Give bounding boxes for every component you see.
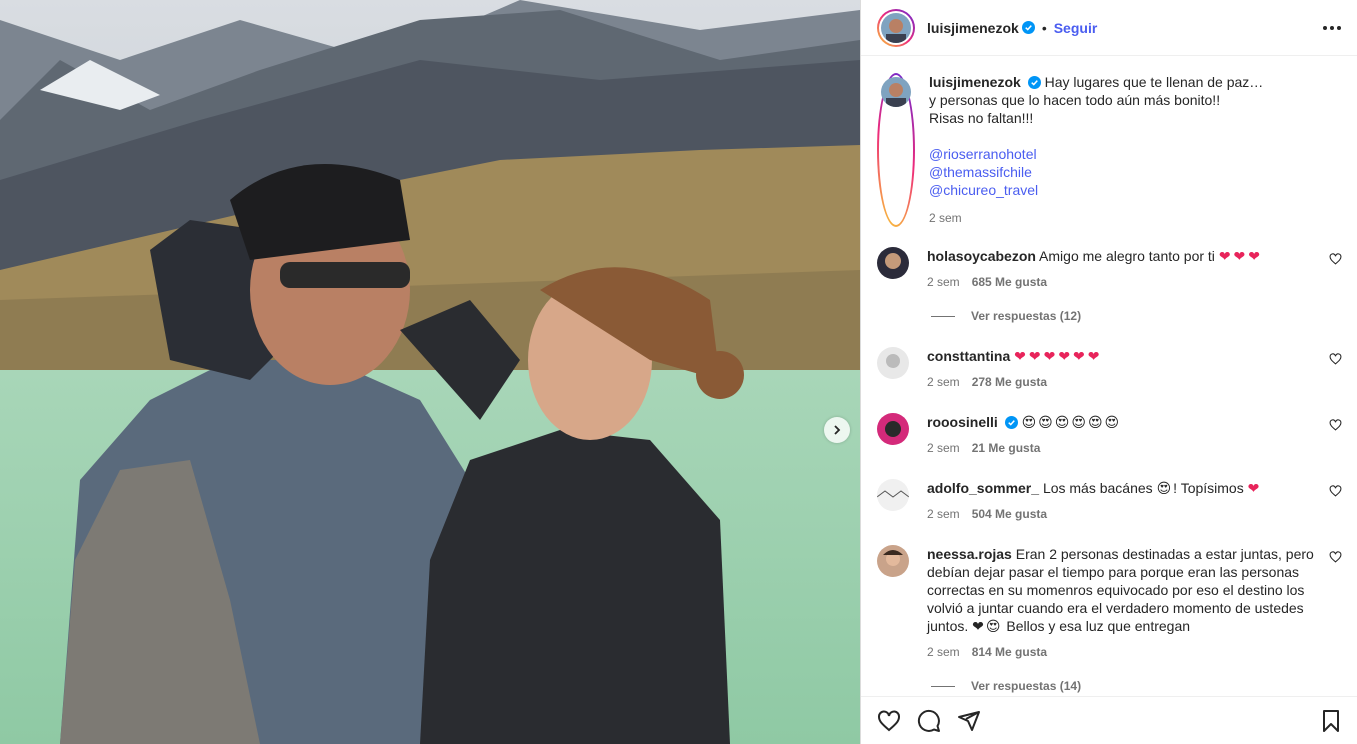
avatar[interactable] bbox=[877, 479, 909, 511]
caption-username[interactable]: luisjimenezok bbox=[929, 74, 1021, 90]
like-heart-icon[interactable] bbox=[1329, 551, 1342, 563]
replies-label: Ver respuestas (14) bbox=[971, 679, 1082, 693]
caption-line: Hay lugares que te llenan de paz… bbox=[1044, 74, 1264, 90]
comment-emoji: ❤ bbox=[1247, 480, 1263, 496]
more-options-icon[interactable] bbox=[1323, 25, 1341, 30]
comment-likes[interactable]: 21 Me gusta bbox=[972, 441, 1041, 455]
comment-time: 2 sem bbox=[927, 645, 960, 659]
comment-likes[interactable]: 685 Me gusta bbox=[972, 275, 1047, 289]
chevron-right-icon bbox=[834, 425, 841, 435]
comment-time: 2 sem bbox=[927, 507, 960, 521]
comment: consttantina ❤❤❤❤❤❤ 2 sem 278 Me gusta bbox=[877, 347, 1342, 391]
comment-username[interactable]: adolfo_sommer_ bbox=[927, 480, 1039, 496]
comment-emoji: ❤😍 bbox=[972, 618, 1003, 634]
comment: holasoycabezon Amigo me alegro tanto por… bbox=[877, 247, 1342, 291]
author-username[interactable]: luisjimenezok bbox=[927, 20, 1019, 36]
comments-scroll[interactable]: luisjimenezok Hay lugares que te llenan … bbox=[861, 57, 1357, 696]
comment-likes[interactable]: 504 Me gusta bbox=[972, 507, 1047, 521]
like-heart-icon[interactable] bbox=[1329, 253, 1342, 265]
action-bar bbox=[861, 696, 1357, 744]
save-button[interactable] bbox=[1321, 709, 1341, 733]
comment-icon bbox=[917, 709, 940, 732]
share-icon bbox=[958, 710, 980, 731]
avatar[interactable] bbox=[877, 413, 909, 445]
view-replies-button[interactable]: Ver respuestas (12) bbox=[931, 309, 1081, 323]
bookmark-icon bbox=[1323, 709, 1339, 732]
heart-icon bbox=[878, 709, 900, 731]
share-button[interactable] bbox=[957, 709, 981, 733]
comment-username[interactable]: rooosinelli bbox=[927, 414, 998, 430]
comment-time: 2 sem bbox=[927, 375, 960, 389]
comment-emoji: ❤❤❤❤❤❤ bbox=[1014, 348, 1103, 364]
comment-time: 2 sem bbox=[927, 275, 960, 289]
like-heart-icon[interactable] bbox=[1329, 353, 1342, 365]
comment-likes[interactable]: 278 Me gusta bbox=[972, 375, 1047, 389]
caption-avatar[interactable] bbox=[877, 73, 915, 227]
comment-text: Amigo me alegro tanto por ti bbox=[1039, 248, 1215, 264]
comment-button[interactable] bbox=[917, 709, 941, 733]
verified-icon bbox=[1021, 21, 1035, 34]
post-photo bbox=[0, 0, 860, 744]
avatar-image bbox=[881, 12, 911, 43]
post-timestamp: 2 sem bbox=[929, 211, 962, 225]
comment-text: ! Topísimos bbox=[1173, 480, 1244, 496]
comment-username[interactable]: consttantina bbox=[927, 348, 1010, 364]
author-avatar[interactable] bbox=[877, 8, 915, 47]
comment-emoji: 😍😍😍😍😍😍 bbox=[1021, 414, 1122, 430]
post-header: luisjimenezok • Seguir bbox=[861, 0, 1357, 56]
avatar[interactable] bbox=[877, 247, 909, 279]
post-caption: luisjimenezok Hay lugares que te llenan … bbox=[877, 73, 1349, 227]
like-button[interactable] bbox=[877, 709, 901, 732]
comment-text: Bellos y esa luz que entregan bbox=[1006, 618, 1191, 634]
mention-link[interactable]: @chicureo_travel bbox=[929, 181, 1349, 199]
comment-emoji: 😍 bbox=[1156, 480, 1174, 496]
follow-button[interactable]: Seguir bbox=[1054, 20, 1098, 36]
comment-username[interactable]: neessa.rojas bbox=[927, 546, 1012, 562]
mention-link[interactable]: @rioserranohotel bbox=[929, 145, 1349, 163]
caption-line: Risas no faltan!!! bbox=[929, 110, 1034, 126]
verified-icon bbox=[1027, 76, 1041, 89]
mention-link[interactable]: @themassifchile bbox=[929, 163, 1349, 181]
comment-text: Los más bacánes bbox=[1042, 480, 1153, 496]
comment: adolfo_sommer_ Los más bacánes 😍! Topísi… bbox=[877, 479, 1342, 523]
avatar[interactable] bbox=[877, 347, 909, 379]
comment-emoji: ❤❤❤ bbox=[1218, 248, 1264, 264]
comment-username[interactable]: holasoycabezon bbox=[927, 248, 1036, 264]
avatar-image bbox=[881, 77, 911, 107]
caption-line: y personas que lo hacen todo aún más bon… bbox=[929, 92, 1221, 108]
separator-dot: • bbox=[1041, 19, 1047, 36]
like-heart-icon[interactable] bbox=[1329, 419, 1342, 431]
comment: rooosinelli 😍😍😍😍😍😍 2 sem 21 Me gusta bbox=[877, 413, 1342, 457]
verified-icon bbox=[1004, 416, 1018, 429]
comment-time: 2 sem bbox=[927, 441, 960, 455]
replies-label: Ver respuestas (12) bbox=[971, 309, 1082, 323]
avatar[interactable] bbox=[877, 545, 909, 577]
like-heart-icon[interactable] bbox=[1329, 485, 1342, 497]
view-replies-button[interactable]: Ver respuestas (14) bbox=[931, 679, 1081, 693]
next-photo-button[interactable] bbox=[824, 417, 850, 443]
post-sidebar: luisjimenezok • Seguir luisjimenezok Hay… bbox=[860, 0, 1357, 744]
comment: neessa.rojas Eran 2 personas destinadas … bbox=[877, 545, 1342, 661]
photo-illustration bbox=[0, 0, 860, 744]
comment-likes[interactable]: 814 Me gusta bbox=[972, 645, 1047, 659]
